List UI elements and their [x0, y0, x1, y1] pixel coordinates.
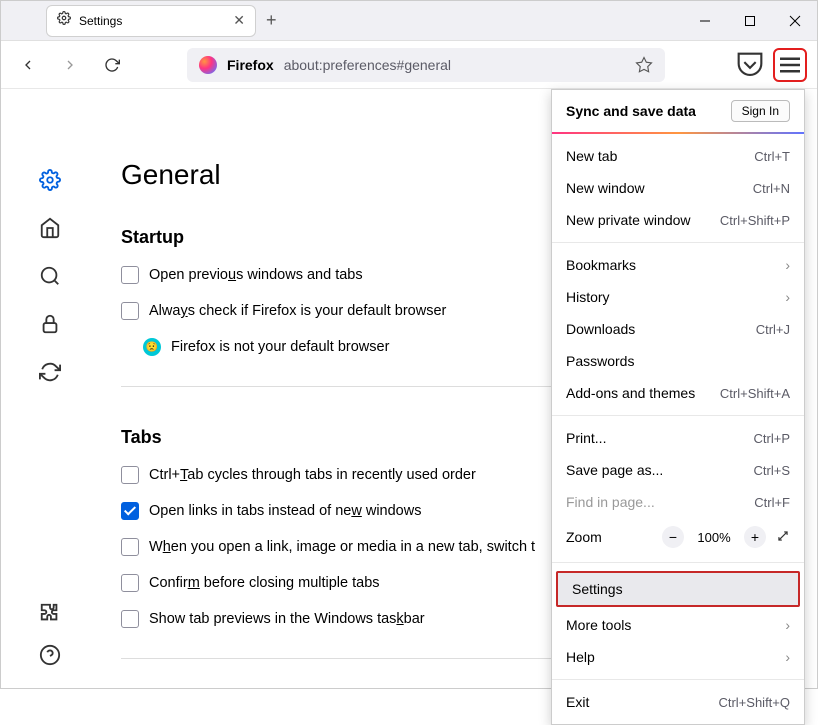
url-bar[interactable]: Firefox about:preferences#general: [187, 48, 665, 82]
chevron-right-icon: ›: [785, 649, 790, 665]
menu-settings[interactable]: Settings: [556, 571, 800, 607]
shortcut: Ctrl+Shift+P: [720, 213, 790, 228]
gear-icon: [57, 11, 71, 30]
chevron-right-icon: ›: [785, 289, 790, 305]
sidebar-home-icon[interactable]: [39, 217, 63, 241]
shortcut: Ctrl+N: [753, 181, 790, 196]
close-window-button[interactable]: [772, 1, 817, 41]
fullscreen-icon[interactable]: [776, 529, 790, 546]
shortcut: Ctrl+F: [754, 495, 790, 510]
menu-downloads[interactable]: Downloads Ctrl+J: [552, 313, 804, 345]
checkbox[interactable]: [121, 466, 139, 484]
menu-find: Find in page... Ctrl+F: [552, 486, 804, 518]
option-label: Always check if Firefox is your default …: [149, 303, 446, 319]
checkbox[interactable]: [121, 302, 139, 320]
brand-label: Firefox: [227, 57, 274, 73]
forward-button[interactable]: [53, 48, 87, 82]
menu-new-private[interactable]: New private window Ctrl+Shift+P: [552, 204, 804, 236]
sidebar: [1, 89, 101, 688]
zoom-value: 100%: [694, 530, 734, 545]
maximize-button[interactable]: [727, 1, 772, 41]
menu-passwords[interactable]: Passwords: [552, 345, 804, 377]
sign-in-button[interactable]: Sign In: [731, 100, 790, 122]
menu-exit[interactable]: Exit Ctrl+Shift+Q: [552, 686, 804, 718]
menu-label: Downloads: [566, 321, 635, 337]
back-button[interactable]: [11, 48, 45, 82]
status-text: Firefox is not your default browser: [171, 339, 389, 355]
sidebar-general-icon[interactable]: [39, 169, 63, 193]
menu-label: Passwords: [566, 353, 634, 369]
sidebar-privacy-icon[interactable]: [39, 313, 63, 337]
checkbox[interactable]: [121, 574, 139, 592]
sidebar-help-icon[interactable]: [39, 644, 63, 668]
sync-title: Sync and save data: [566, 103, 696, 119]
hamburger-menu-button[interactable]: [773, 48, 807, 82]
shortcut: Ctrl+P: [754, 431, 790, 446]
menu-more-tools[interactable]: More tools ›: [552, 609, 804, 641]
new-tab-button[interactable]: +: [266, 10, 277, 31]
option-label: Confirm before closing multiple tabs: [149, 575, 380, 591]
checkbox[interactable]: [121, 538, 139, 556]
shortcut: Ctrl+S: [754, 463, 790, 478]
sidebar-search-icon[interactable]: [39, 265, 63, 289]
firefox-logo-icon: [199, 56, 217, 74]
option-label: Show tab previews in the Windows taskbar: [149, 611, 425, 627]
checkbox[interactable]: [121, 610, 139, 628]
reload-button[interactable]: [95, 48, 129, 82]
menu-label: New private window: [566, 212, 691, 228]
zoom-in-button[interactable]: +: [744, 526, 766, 548]
menu-label: Exit: [566, 694, 589, 710]
sidebar-extensions-icon[interactable]: [39, 602, 63, 626]
shortcut: Ctrl+J: [756, 322, 790, 337]
menu-label: History: [566, 289, 610, 305]
chevron-right-icon: ›: [785, 257, 790, 273]
chevron-right-icon: ›: [785, 617, 790, 633]
menu-label: Save page as...: [566, 462, 663, 478]
minimize-button[interactable]: [682, 1, 727, 41]
tab-title: Settings: [79, 14, 225, 28]
bookmark-star-icon[interactable]: [635, 56, 653, 74]
app-menu: Sync and save data Sign In New tab Ctrl+T…: [551, 89, 805, 725]
menu-label: New tab: [566, 148, 617, 164]
menu-addons[interactable]: Add-ons and themes Ctrl+Shift+A: [552, 377, 804, 409]
menu-new-tab[interactable]: New tab Ctrl+T: [552, 140, 804, 172]
menu-label: Bookmarks: [566, 257, 636, 273]
menu-label: Add-ons and themes: [566, 385, 695, 401]
info-icon: 😟: [143, 338, 161, 356]
toolbar: Firefox about:preferences#general: [1, 41, 817, 89]
menu-label: Find in page...: [566, 494, 655, 510]
sidebar-sync-icon[interactable]: [39, 361, 63, 385]
titlebar: Settings ✕ +: [1, 1, 817, 41]
menu-sync-header: Sync and save data Sign In: [552, 90, 804, 132]
shortcut: Ctrl+Shift+Q: [718, 695, 790, 710]
menu-label: More tools: [566, 617, 631, 633]
menu-history[interactable]: History ›: [552, 281, 804, 313]
shortcut: Ctrl+Shift+A: [720, 386, 790, 401]
url-text: about:preferences#general: [284, 57, 451, 73]
checkbox[interactable]: [121, 266, 139, 284]
zoom-out-button[interactable]: −: [662, 526, 684, 548]
menu-label: Settings: [572, 581, 623, 597]
menu-print[interactable]: Print... Ctrl+P: [552, 422, 804, 454]
option-label: Open links in tabs instead of new window…: [149, 503, 421, 519]
menu-label: Print...: [566, 430, 606, 446]
menu-save-as[interactable]: Save page as... Ctrl+S: [552, 454, 804, 486]
menu-help[interactable]: Help ›: [552, 641, 804, 673]
option-label: When you open a link, image or media in …: [149, 539, 535, 555]
menu-zoom-row: Zoom − 100% +: [552, 518, 804, 556]
pocket-button[interactable]: [733, 48, 767, 82]
window-controls: [682, 1, 817, 41]
menu-new-window[interactable]: New window Ctrl+N: [552, 172, 804, 204]
menu-label: Help: [566, 649, 595, 665]
checkbox-checked[interactable]: [121, 502, 139, 520]
close-tab-icon[interactable]: ✕: [233, 12, 245, 29]
option-label: Open previous windows and tabs: [149, 267, 363, 283]
zoom-label: Zoom: [566, 529, 652, 545]
browser-tab[interactable]: Settings ✕: [46, 5, 256, 37]
menu-label: New window: [566, 180, 645, 196]
option-label: Ctrl+Tab cycles through tabs in recently…: [149, 467, 476, 483]
menu-bookmarks[interactable]: Bookmarks ›: [552, 249, 804, 281]
shortcut: Ctrl+T: [754, 149, 790, 164]
